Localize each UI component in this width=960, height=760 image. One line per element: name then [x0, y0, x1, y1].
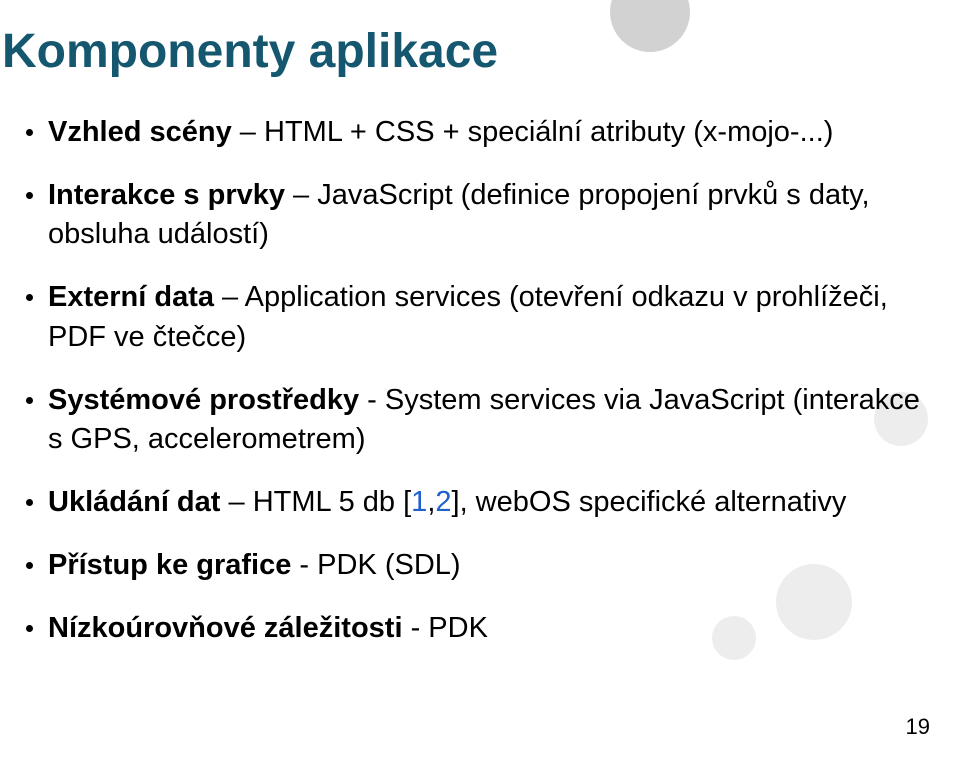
bullet-sep: – [232, 116, 264, 148]
bullet-rest: PDK [428, 612, 488, 644]
bullet-lead: Interakce s prvky [48, 179, 285, 211]
bullet-sep: - [359, 384, 385, 416]
bullet-lead: Přístup ke grafice [48, 549, 291, 581]
list-item: Interakce s prvky – JavaScript (definice… [22, 176, 936, 254]
page-number: 19 [906, 714, 930, 740]
bullet-rest: HTML + CSS + speciální atributy (x-mojo-… [264, 116, 833, 148]
bullet-lead: Externí data [48, 281, 214, 313]
list-item: Přístup ke grafice - PDK (SDL) [22, 546, 936, 585]
bullet-rest: HTML 5 db [ [253, 486, 411, 518]
list-item: Ukládání dat – HTML 5 db [1,2], webOS sp… [22, 483, 936, 522]
bullet-lead: Ukládání dat [48, 486, 220, 518]
list-item: Externí data – Application services (ote… [22, 278, 936, 356]
slide-content: Komponenty aplikace Vzhled scény – HTML … [0, 0, 960, 648]
slide-title: Komponenty aplikace [2, 24, 936, 79]
bullet-rest: PDK (SDL) [317, 549, 460, 581]
bullet-rest: ], webOS specifické alternativy [452, 486, 847, 518]
bullet-lead: Systémové prostředky [48, 384, 359, 416]
bullet-sep: – [285, 179, 317, 211]
bullet-lead: Nízkoúrovňové záležitosti [48, 612, 403, 644]
reference-link[interactable]: 1 [411, 486, 427, 518]
list-item: Systémové prostředky - System services v… [22, 381, 936, 459]
bullet-sep: – [220, 486, 252, 518]
list-item: Vzhled scény – HTML + CSS + speciální at… [22, 113, 936, 152]
bullet-list: Vzhled scény – HTML + CSS + speciální at… [2, 113, 936, 648]
bullet-sep: – [214, 281, 245, 313]
bullet-sep: - [291, 549, 317, 581]
list-item: Nízkoúrovňové záležitosti - PDK [22, 609, 936, 648]
reference-link[interactable]: 2 [435, 486, 451, 518]
bullet-sep: - [403, 612, 429, 644]
bullet-lead: Vzhled scény [48, 116, 232, 148]
